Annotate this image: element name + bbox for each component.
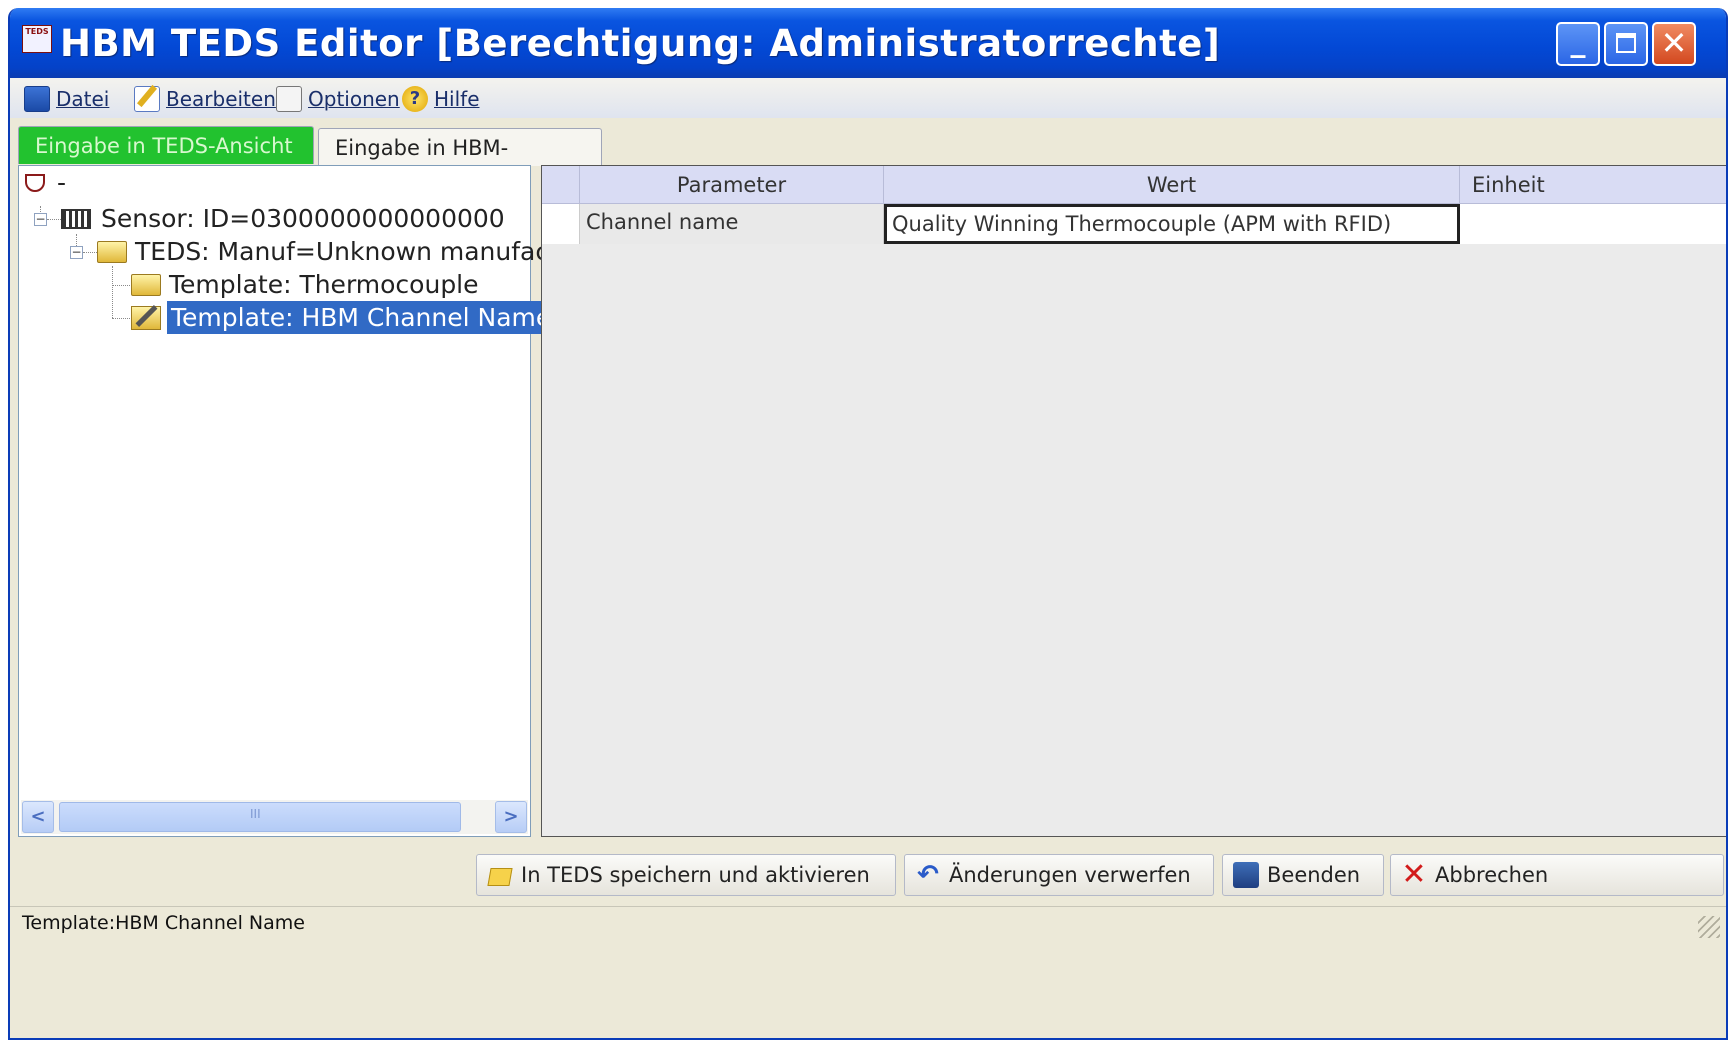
column-header-parameter[interactable]: Parameter — [580, 166, 884, 204]
minimize-button[interactable]: _ — [1556, 22, 1600, 66]
tree-line — [112, 318, 130, 319]
edit-pencil-icon — [134, 86, 160, 112]
close-icon: ✕ — [1660, 24, 1688, 62]
exit-button[interactable]: Beenden — [1222, 854, 1384, 896]
menu-optionen[interactable]: Optionen — [276, 86, 400, 112]
folder-icon — [131, 273, 161, 296]
sensor-icon — [61, 208, 91, 229]
unit-cell[interactable] — [1460, 204, 1726, 244]
parameter-grid: Parameter Wert Einheit Channel name Qual… — [541, 165, 1726, 837]
cancel-x-icon: ✕ — [1401, 857, 1427, 892]
maximize-icon — [1616, 33, 1636, 53]
minimize-icon: _ — [1570, 24, 1586, 59]
status-text: Template:HBM Channel Name — [22, 912, 305, 934]
menu-bar: Datei Bearbeiten Optionen ? Hilfe — [10, 78, 1726, 118]
column-header-einheit[interactable]: Einheit — [1460, 166, 1726, 204]
title-bar[interactable]: TEDS HBM TEDS Editor [Berechtigung: Admi… — [10, 8, 1726, 78]
cancel-label: Abbrechen — [1435, 863, 1549, 887]
grid-header-indicator — [542, 166, 580, 204]
row-indicator[interactable] — [542, 204, 580, 244]
tree-line — [83, 252, 97, 253]
tree-node-label: TEDS: Manuf=Unknown manufact — [135, 237, 559, 266]
exit-label: Beenden — [1267, 863, 1361, 887]
tree-panel: - − Sensor: ID=0300000000000000 − TEDS: … — [18, 165, 559, 837]
parameter-cell: Channel name — [580, 204, 884, 244]
tab-teds-view[interactable]: Eingabe in TEDS-Ansicht — [18, 126, 314, 164]
exit-door-icon — [1233, 862, 1259, 888]
help-icon: ? — [402, 86, 428, 112]
tree-line — [112, 266, 113, 318]
tree-line — [47, 219, 61, 220]
app-icon[interactable]: TEDS — [22, 25, 52, 53]
table-row[interactable]: Channel name Quality Winning Thermocoupl… — [542, 204, 1726, 244]
collapse-teds-button[interactable]: − — [70, 246, 83, 259]
menu-hilfe-label: Hilfe — [434, 87, 480, 111]
menu-optionen-label: Optionen — [308, 87, 400, 111]
window-title: HBM TEDS Editor [Berechtigung: Administr… — [60, 22, 1221, 65]
tree-root-label: - — [57, 168, 67, 197]
cancel-button[interactable]: ✕ Abbrechen — [1390, 854, 1724, 896]
options-icon — [276, 86, 302, 112]
scroll-right-button[interactable]: > — [495, 801, 527, 833]
save-disk-icon — [24, 86, 50, 112]
tree-node-template-channel-name[interactable]: Template: HBM Channel Name — [131, 301, 556, 334]
chevron-left-icon: < — [30, 806, 46, 827]
resize-grip-icon[interactable] — [1698, 916, 1720, 938]
menu-bearbeiten-label: Bearbeiten — [166, 87, 276, 111]
teds-root-icon — [21, 170, 49, 196]
scroll-left-button[interactable]: < — [22, 801, 54, 833]
column-header-wert[interactable]: Wert — [884, 166, 1460, 204]
tree-node-sensor[interactable]: Sensor: ID=0300000000000000 — [61, 204, 505, 233]
menu-hilfe[interactable]: ? Hilfe — [402, 86, 480, 112]
close-button[interactable]: ✕ — [1652, 22, 1696, 66]
tree-horizontal-scrollbar[interactable]: < III > — [21, 800, 528, 834]
tree-line — [112, 285, 130, 286]
app-window: TEDS HBM TEDS Editor [Berechtigung: Admi… — [8, 8, 1728, 1040]
tree-node-teds[interactable]: TEDS: Manuf=Unknown manufact — [97, 237, 559, 266]
menu-datei-label: Datei — [56, 87, 110, 111]
discard-changes-button[interactable]: ↶ Änderungen verwerfen — [904, 854, 1214, 896]
save-activate-button[interactable]: In TEDS speichern und aktivieren — [476, 854, 896, 896]
collapse-sensor-button[interactable]: − — [34, 213, 47, 226]
tab-hbm-view[interactable]: Eingabe in HBM-Ansicht — [318, 128, 602, 198]
status-bar: Template:HBM Channel Name — [10, 906, 1726, 941]
save-wand-icon — [487, 862, 513, 888]
folder-icon — [97, 240, 127, 263]
discard-changes-label: Änderungen verwerfen — [949, 863, 1191, 887]
value-input[interactable]: Quality Winning Thermocouple (APM with R… — [884, 204, 1460, 244]
scroll-grip-icon: III — [250, 807, 261, 821]
chevron-right-icon: > — [503, 806, 519, 827]
maximize-button[interactable] — [1604, 22, 1648, 66]
undo-icon: ↶ — [917, 860, 939, 890]
tree-node-label: Sensor: ID=0300000000000000 — [101, 204, 505, 233]
scrollbar-thumb[interactable]: III — [59, 802, 461, 832]
tree-root[interactable]: - — [21, 168, 66, 197]
grid-header: Parameter Wert Einheit — [542, 166, 1726, 204]
tree-node-template-thermocouple[interactable]: Template: Thermocouple — [131, 270, 479, 299]
tree-node-label-selected: Template: HBM Channel Name — [167, 301, 556, 334]
save-activate-label: In TEDS speichern und aktivieren — [521, 863, 870, 887]
edit-template-icon — [131, 305, 161, 330]
tree-node-label: Template: Thermocouple — [169, 270, 479, 299]
menu-bearbeiten[interactable]: Bearbeiten — [134, 86, 276, 112]
menu-datei[interactable]: Datei — [24, 86, 109, 112]
app-icon-text: TEDS — [25, 27, 49, 36]
